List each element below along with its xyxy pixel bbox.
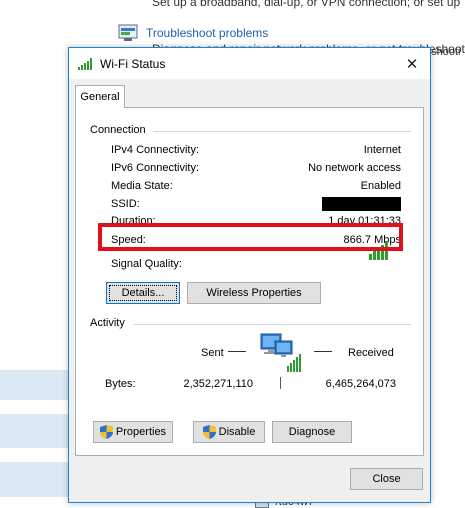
bytes-received-value: 6,465,264,073 bbox=[325, 378, 396, 390]
wifi-status-dialog: Wi-Fi Status ✕ General Connection IPv4 C… bbox=[68, 47, 431, 503]
ipv6-value: No network access bbox=[308, 162, 401, 174]
activity-divider-tick bbox=[280, 377, 281, 389]
network-activity-icon bbox=[259, 330, 305, 376]
activity-group-label: Activity bbox=[90, 317, 125, 329]
properties-button[interactable]: Properties bbox=[93, 421, 173, 443]
connection-divider bbox=[153, 131, 411, 132]
activity-divider bbox=[134, 324, 411, 325]
dialog-title: Wi-Fi Status bbox=[100, 56, 166, 71]
signal-quality-row: Signal Quality: bbox=[111, 258, 401, 272]
sent-label: Sent bbox=[201, 347, 224, 359]
wireless-properties-button[interactable]: Wireless Properties bbox=[187, 282, 321, 304]
received-connector-line bbox=[314, 351, 332, 352]
troubleshoot-item[interactable]: Troubleshoot problems bbox=[118, 24, 268, 42]
properties-button-label: Properties bbox=[115, 426, 167, 438]
close-button-label: Close bbox=[372, 473, 401, 485]
disable-button-label: Disable bbox=[218, 426, 256, 438]
ipv4-value: Internet bbox=[363, 144, 401, 156]
signal-quality-label: Signal Quality: bbox=[111, 258, 182, 270]
speed-highlight-box bbox=[98, 223, 403, 251]
duration-row: Duration: 1 day 01:31:33 bbox=[111, 215, 401, 223]
wireless-properties-label: Wireless Properties bbox=[206, 287, 302, 299]
disable-button[interactable]: Disable bbox=[193, 421, 265, 443]
media-state-label: Media State: bbox=[111, 180, 173, 192]
tab-general[interactable]: General bbox=[75, 85, 125, 108]
ipv6-label: IPv6 Connectivity: bbox=[111, 162, 200, 174]
details-button[interactable]: Details... bbox=[106, 282, 180, 304]
ssid-redaction bbox=[322, 197, 401, 211]
media-state-value: Enabled bbox=[360, 180, 401, 192]
diagnose-button-label: Diagnose bbox=[288, 426, 336, 438]
ipv4-label: IPv4 Connectivity: bbox=[111, 144, 200, 156]
close-icon[interactable]: ✕ bbox=[394, 48, 430, 79]
sent-connector-line bbox=[228, 351, 246, 352]
diagnose-button[interactable]: Diagnose bbox=[272, 421, 352, 443]
bytes-label: Bytes: bbox=[105, 378, 136, 390]
duration-value: 1 day 01:31:33 bbox=[328, 215, 401, 223]
bytes-sent-value: 2,352,271,110 bbox=[183, 378, 253, 390]
troubleshoot-icon bbox=[118, 24, 138, 42]
ipv4-row: IPv4 Connectivity: Internet bbox=[111, 144, 401, 158]
uac-shield-icon bbox=[99, 425, 113, 439]
ssid-label: SSID: bbox=[111, 198, 140, 210]
troubleshoot-link[interactable]: Troubleshoot problems bbox=[146, 26, 268, 40]
uac-shield-icon bbox=[202, 425, 216, 439]
received-label: Received bbox=[348, 347, 394, 359]
duration-label: Duration: bbox=[111, 215, 156, 223]
ssid-row: SSID: bbox=[111, 197, 401, 212]
wifi-signal-icon bbox=[78, 57, 94, 70]
general-tab-panel: Connection IPv4 Connectivity: Internet I… bbox=[75, 107, 424, 456]
media-state-row: Media State: Enabled bbox=[111, 180, 401, 194]
background-text-fragment: Set up a broadband, dial-up, or VPN conn… bbox=[152, 0, 461, 9]
title-bar[interactable]: Wi-Fi Status ✕ bbox=[69, 48, 430, 79]
connection-group-label: Connection bbox=[90, 124, 146, 136]
close-button[interactable]: Close bbox=[350, 468, 423, 490]
ipv6-row: IPv6 Connectivity: No network access bbox=[111, 162, 401, 176]
